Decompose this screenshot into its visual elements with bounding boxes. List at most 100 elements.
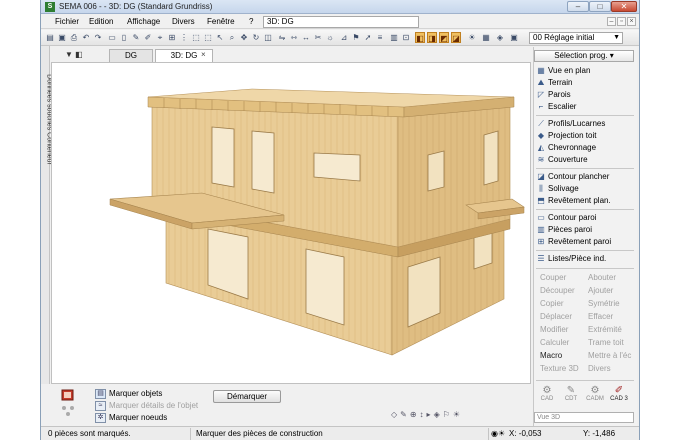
menu-affichage[interactable]: Affichage (127, 17, 160, 26)
item-couverture[interactable]: ≋ Couverture (536, 154, 588, 166)
cadm-button[interactable]: ⚙ CADM (584, 385, 606, 402)
cursor-icon[interactable]: ↖ (215, 32, 225, 43)
tab-dg[interactable]: DG (109, 49, 153, 62)
grid-icon[interactable]: ⊞ (167, 32, 177, 43)
menu-help[interactable]: ? (249, 17, 253, 26)
view-dropdown[interactable]: Vue 3D (534, 412, 634, 423)
menu-divers[interactable]: Divers (172, 17, 195, 26)
cmd-trame-toit[interactable]: Trame toit (588, 338, 624, 347)
cut-icon[interactable]: ✂ (313, 32, 323, 43)
cmd-symetrie[interactable]: Symétrie (588, 299, 620, 308)
cmd-extremite[interactable]: Extrémité (588, 325, 622, 334)
cmd-calculer[interactable]: Calculer (540, 338, 569, 347)
render-wire-icon[interactable]: ◧ (415, 32, 425, 43)
cmd-macro[interactable]: Macro (540, 351, 562, 360)
select-icon[interactable]: ▭ (107, 32, 117, 43)
cdt-button[interactable]: ✎ CDT (560, 385, 582, 402)
item-contour-plancher[interactable]: ◪ Contour plancher (536, 171, 609, 183)
rectangle-select-icon[interactable]: ⬚ (191, 32, 201, 43)
document-name-field[interactable]: 3D: DG (263, 16, 419, 28)
pen-icon[interactable]: ✎ (131, 32, 141, 43)
mdi-minimize-icon[interactable]: – (607, 17, 616, 26)
side-panel-tab[interactable]: Données souches Conteneur (41, 46, 53, 384)
document-icon[interactable]: ▯ (119, 32, 129, 43)
cmd-decouper[interactable]: Découper (540, 286, 575, 295)
snap-status-icon[interactable]: ◉☀ (491, 428, 505, 440)
selection-mode-icon[interactable] (59, 388, 77, 418)
section-icon[interactable]: ⊿ (339, 32, 349, 43)
mdi-restore-icon[interactable]: ▫ (617, 17, 626, 26)
lightbulb-icon[interactable]: ☀ (467, 32, 477, 43)
redo-icon[interactable]: ↷ (93, 32, 103, 43)
print-icon[interactable]: ⎙ (69, 32, 79, 43)
unmark-button[interactable]: Démarquer (213, 390, 281, 403)
mark-objects-option[interactable]: ▤ Marquer objets (95, 388, 162, 400)
mark-details-option[interactable]: ≈ Marquer détails de l'objet (95, 400, 198, 412)
layer-icon[interactable]: ◫ (263, 32, 273, 43)
3d-viewport[interactable] (51, 62, 531, 384)
measure-icon[interactable]: ⇿ (289, 32, 299, 43)
cmd-ajouter[interactable]: Ajouter (588, 286, 613, 295)
tab-menu-icon[interactable]: ▼ ◧ (65, 50, 83, 59)
close-button[interactable]: ✕ (611, 1, 637, 12)
cad3-button[interactable]: ✐ CAD 3 (608, 385, 630, 402)
maximize-button[interactable]: □ (589, 1, 611, 12)
open-icon[interactable]: ▤ (45, 32, 55, 43)
menu-edition[interactable]: Edition (89, 17, 113, 26)
filter-icon[interactable]: ▣ (509, 32, 519, 43)
quick-tools-tray[interactable]: ◇✎⊕↕▸◈⚐☀ (391, 410, 531, 424)
cmd-copier[interactable]: Copier (540, 299, 564, 308)
mark-nodes-option[interactable]: ✲ Marquer noeuds (95, 412, 167, 424)
arrow-icon[interactable]: ➚ (363, 32, 373, 43)
cmd-deplacer[interactable]: Déplacer (540, 312, 572, 321)
item-parois[interactable]: ◸ Parois (536, 89, 571, 101)
mirror-icon[interactable]: ⇋ (277, 32, 287, 43)
flag-icon[interactable]: ⚑ (351, 32, 361, 43)
render-hidden-icon[interactable]: ◨ (427, 32, 437, 43)
menu-fichier[interactable]: Fichier (55, 17, 79, 26)
render-texture-icon[interactable]: ◪ (451, 32, 461, 43)
marker-icon[interactable]: ✐ (143, 32, 153, 43)
pan-icon[interactable]: ✥ (239, 32, 249, 43)
cmd-abouter[interactable]: Abouter (588, 273, 616, 282)
item-revetement-paroi[interactable]: ⊞ Revêtement paroi (536, 236, 612, 248)
beam-icon[interactable]: ≡ (375, 32, 385, 43)
cad-button[interactable]: ⚙ CAD (536, 385, 558, 402)
render-shaded-icon[interactable]: ◩ (439, 32, 449, 43)
rotate-icon[interactable]: ↻ (251, 32, 261, 43)
window-element-icon[interactable]: ⊡ (401, 32, 411, 43)
dimension-icon[interactable]: ↔ (301, 32, 311, 43)
view-options-icon[interactable]: ▦ (481, 32, 491, 43)
tab-close-icon[interactable]: × (201, 50, 206, 59)
save-icon[interactable]: ▣ (57, 32, 67, 43)
title-bar[interactable]: S SEMA 006 - - 3D: DG (Standard Grundris… (41, 0, 639, 14)
item-contour-paroi[interactable]: ▭ Contour paroi (536, 212, 596, 224)
item-listes-piece[interactable]: ☰ Listes/Pièce ind. (536, 253, 606, 265)
item-revetement-plan[interactable]: ⬒ Revêtement plan. (536, 195, 610, 207)
cmd-effacer[interactable]: Effacer (588, 312, 613, 321)
menu-fenetre[interactable]: Fenêtre (207, 17, 235, 26)
cmd-couper[interactable]: Couper (540, 273, 566, 282)
item-escalier[interactable]: ⌐ Escalier (536, 101, 577, 113)
item-pieces-paroi[interactable]: ▥ Pièces paroi (536, 224, 592, 236)
wall-icon[interactable]: ▥ (389, 32, 399, 43)
cmd-modifier[interactable]: Modifier (540, 325, 568, 334)
item-terrain[interactable]: ⛰ Terrain (536, 77, 573, 89)
zoom-icon[interactable]: ⌕ (227, 32, 237, 43)
item-profils-lucarnes[interactable]: ⟋ Profils/Lucarnes (536, 118, 605, 130)
minimize-button[interactable]: – (567, 1, 589, 12)
pin-icon[interactable]: ⌖ (155, 32, 165, 43)
cmd-mettre-a-echelle[interactable]: Mettre à l'éc (588, 351, 631, 360)
item-chevronnage[interactable]: ◭ Chevronnage (536, 142, 596, 154)
item-projection-toit[interactable]: ◆ Projection toit (536, 130, 597, 142)
cmd-texture-3d[interactable]: Texture 3D (540, 364, 579, 373)
snap-icon[interactable]: ⋮ (179, 32, 189, 43)
cmd-divers[interactable]: Divers (588, 364, 611, 373)
color-icon[interactable]: ◈ (495, 32, 505, 43)
item-vue-en-plan[interactable]: ▦ Vue en plan (536, 65, 590, 77)
undo-icon[interactable]: ↶ (81, 32, 91, 43)
mdi-close-icon[interactable]: × (627, 17, 636, 26)
item-solivage[interactable]: ⫼ Solivage (536, 183, 579, 195)
light-icon[interactable]: ☼ (325, 32, 335, 43)
layer-dropdown[interactable]: 00 Réglage initial ▼ (529, 32, 623, 44)
